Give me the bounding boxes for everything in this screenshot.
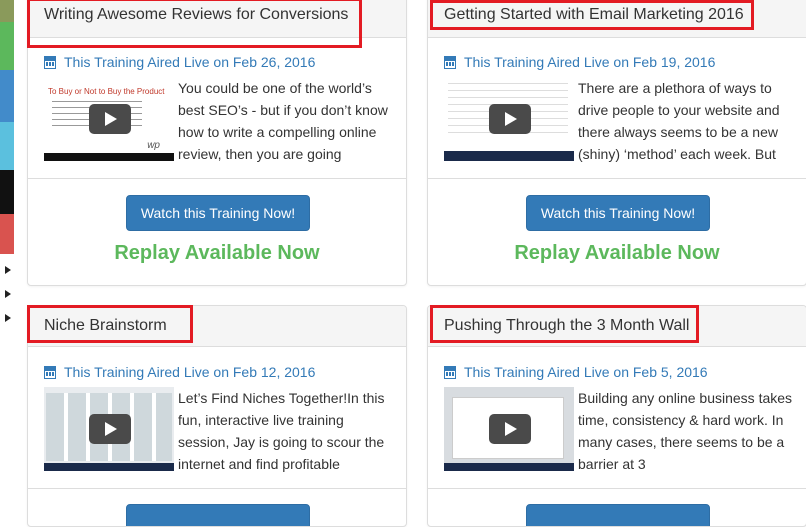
video-thumbnail[interactable] — [444, 77, 574, 161]
thumbnail-taskbar — [444, 151, 574, 161]
watch-training-button[interactable] — [526, 504, 710, 526]
card-divider — [28, 178, 406, 179]
aired-date: This Training Aired Live on Feb 5, 2016 — [444, 364, 708, 380]
video-thumbnail[interactable] — [44, 387, 174, 471]
highlight-box — [430, 305, 699, 343]
card-divider — [428, 178, 806, 179]
calendar-icon — [444, 56, 456, 69]
card-description: There are a plethora of ways to drive pe… — [578, 80, 780, 162]
play-icon[interactable] — [489, 414, 531, 444]
video-thumbnail[interactable]: To Buy or Not to Buy the Product wp — [44, 77, 174, 161]
calendar-icon — [444, 366, 456, 379]
expand-arrow-icon[interactable] — [5, 266, 11, 274]
aired-date: This Training Aired Live on Feb 12, 2016 — [44, 364, 315, 380]
watch-training-button[interactable] — [126, 504, 310, 526]
left-sidebar — [0, 0, 14, 505]
thumbnail-logo: wp — [147, 140, 160, 151]
expand-arrow-icon[interactable] — [5, 290, 11, 298]
aired-date-text: This Training Aired Live on Feb 19, 2016 — [464, 54, 716, 70]
play-icon[interactable] — [89, 414, 131, 444]
highlight-box — [430, 0, 754, 30]
play-icon[interactable] — [489, 104, 531, 134]
training-card: Getting Started with Email Marketing 201… — [427, 0, 806, 286]
card-divider — [28, 488, 406, 489]
sidebar-tab-3[interactable] — [0, 70, 14, 122]
card-description: You could be one of the world’s best SEO… — [178, 80, 388, 162]
video-controls-bar — [44, 463, 174, 471]
aired-date-text: This Training Aired Live on Feb 5, 2016 — [464, 364, 708, 380]
highlight-box — [27, 305, 193, 343]
video-thumbnail[interactable] — [444, 387, 574, 471]
expand-arrow-icon[interactable] — [5, 314, 11, 322]
watch-training-button[interactable]: Watch this Training Now! — [126, 195, 310, 231]
card-description: Let’s Find Niches Together!In this fun, … — [178, 390, 385, 472]
sidebar-tab-5[interactable] — [0, 170, 14, 214]
sidebar-tab-2[interactable] — [0, 22, 14, 70]
calendar-icon — [44, 56, 56, 69]
aired-date-text: This Training Aired Live on Feb 26, 2016 — [64, 54, 316, 70]
replay-status: Replay Available Now — [114, 242, 320, 264]
thumbnail-caption: To Buy or Not to Buy the Product — [48, 87, 165, 96]
card-divider — [428, 488, 806, 489]
aired-date-text: This Training Aired Live on Feb 12, 2016 — [64, 364, 316, 380]
sidebar-tab-6[interactable] — [0, 214, 14, 254]
card-description: Building any online business takes time,… — [578, 390, 793, 472]
aired-date: This Training Aired Live on Feb 26, 2016 — [44, 54, 315, 70]
calendar-icon — [44, 366, 56, 379]
aired-date: This Training Aired Live on Feb 19, 2016 — [444, 54, 715, 70]
video-controls-bar — [444, 463, 574, 471]
play-icon[interactable] — [89, 104, 131, 134]
sidebar-tab-4[interactable] — [0, 122, 14, 170]
highlight-box — [27, 0, 362, 48]
video-controls-bar — [44, 153, 174, 161]
watch-training-button[interactable]: Watch this Training Now! — [526, 195, 710, 231]
replay-status: Replay Available Now — [514, 242, 720, 264]
sidebar-tab-1[interactable] — [0, 0, 14, 22]
